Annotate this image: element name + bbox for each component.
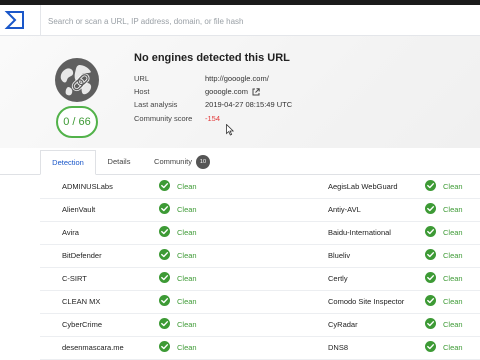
engine-row: Avira Clean Baidu-International Clean: [40, 221, 480, 245]
engine-row: ADMINUSLabs Clean AegisLab WebGuard Clean: [40, 175, 480, 199]
engine-status: Clean: [443, 182, 463, 191]
check-circle-icon: [159, 203, 170, 214]
engine-status: Clean: [443, 205, 463, 214]
check-circle-icon: [425, 318, 436, 329]
engine-name: Comodo Site Inspector: [328, 297, 405, 306]
engine-name: BitDefender: [62, 251, 102, 260]
summary-panel: 0 / 66 No engines detected this URL URL …: [0, 36, 480, 148]
engine-name: ADMINUSLabs: [62, 182, 113, 191]
search-header: [0, 5, 480, 36]
engine-status: Clean: [177, 228, 197, 237]
host-label: Host: [134, 87, 150, 96]
check-circle-icon: [159, 226, 170, 237]
search-divider: [40, 5, 41, 35]
last-analysis-label: Last analysis: [134, 100, 178, 109]
check-circle-icon: [425, 272, 436, 283]
engine-status: Clean: [177, 343, 197, 352]
engine-status: Clean: [443, 251, 463, 260]
page-title: No engines detected this URL: [134, 52, 290, 64]
engine-status: Clean: [443, 320, 463, 329]
engine-name: Blueliv: [328, 251, 351, 260]
engine-status: Clean: [177, 297, 197, 306]
engine-row: BitDefender Clean Blueliv Clean: [40, 244, 480, 268]
engine-name: Avira: [62, 228, 79, 237]
search-input[interactable]: [46, 11, 470, 31]
globe-link-icon: [55, 58, 99, 102]
engine-name: Antiy-AVL: [328, 205, 361, 214]
engine-status: Clean: [177, 182, 197, 191]
engine-results: ADMINUSLabs Clean AegisLab WebGuard Clean Al…: [0, 175, 480, 360]
tab-details[interactable]: Details: [98, 150, 140, 174]
engine-name: desenmascara.me: [62, 343, 124, 352]
detection-score: 0 / 66: [56, 106, 98, 138]
check-circle-icon: [425, 226, 436, 237]
engine-status: Clean: [443, 297, 463, 306]
virustotal-logo-icon[interactable]: [4, 9, 26, 31]
url-value: http://gooogle.com/: [205, 74, 269, 83]
engine-name: C-SIRT: [62, 274, 87, 283]
engine-name: AegisLab WebGuard: [328, 182, 398, 191]
engine-name: AlienVault: [62, 205, 96, 214]
url-label: URL: [134, 74, 150, 83]
tab-details-label: Details: [107, 157, 131, 166]
check-circle-icon: [159, 295, 170, 306]
engine-status: Clean: [177, 274, 197, 283]
external-link-icon[interactable]: [252, 88, 260, 96]
tab-community[interactable]: Community 10: [144, 150, 220, 174]
check-circle-icon: [159, 341, 170, 352]
engine-status: Clean: [177, 251, 197, 260]
engine-status: Clean: [443, 274, 463, 283]
community-score-label: Community score: [134, 114, 193, 123]
community-count-badge: 10: [195, 155, 210, 170]
engine-name: CyberCrime: [62, 320, 103, 329]
tab-detection[interactable]: Detection: [40, 150, 96, 175]
check-circle-icon: [425, 249, 436, 260]
check-circle-icon: [425, 295, 436, 306]
engine-row: desenmascara.me Clean DNS8 Clean: [40, 336, 480, 360]
check-circle-icon: [159, 272, 170, 283]
engine-name: CyRadar: [328, 320, 358, 329]
host-value[interactable]: gooogle.com: [205, 87, 248, 96]
engine-row: AlienVault Clean Antiy-AVL Clean: [40, 198, 480, 222]
check-circle-icon: [425, 180, 436, 191]
check-circle-icon: [425, 341, 436, 352]
engine-row: CLEAN MX Clean Comodo Site Inspector Clean: [40, 290, 480, 314]
tab-detection-label: Detection: [52, 158, 84, 167]
engine-row: C-SIRT Clean Certly Clean: [40, 267, 480, 291]
check-circle-icon: [159, 318, 170, 329]
check-circle-icon: [425, 203, 436, 214]
check-circle-icon: [159, 180, 170, 191]
mouse-cursor-icon: [226, 124, 234, 136]
engine-status: Clean: [443, 343, 463, 352]
last-analysis-value: 2019-04-27 08:15:49 UTC: [205, 100, 293, 109]
engine-row: CyberCrime Clean CyRadar Clean: [40, 313, 480, 337]
engine-name: Certly: [328, 274, 348, 283]
check-circle-icon: [159, 249, 170, 260]
tab-community-label: Community: [154, 157, 192, 166]
engine-status: Clean: [177, 320, 197, 329]
engine-name: Baidu-International: [328, 228, 391, 237]
engine-status: Clean: [443, 228, 463, 237]
community-score-value: -154: [205, 114, 221, 123]
engine-name: CLEAN MX: [62, 297, 101, 306]
engine-status: Clean: [177, 205, 197, 214]
engine-name: DNS8: [328, 343, 349, 352]
